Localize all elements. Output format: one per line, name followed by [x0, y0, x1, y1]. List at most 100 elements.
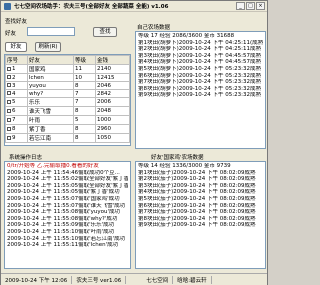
table-row[interactable]: 4 why? 7 2842 — [5, 89, 130, 98]
row-checkbox[interactable] — [7, 66, 11, 71]
col-index[interactable]: 序号 — [5, 55, 28, 65]
table-cell: 1050 — [95, 133, 130, 143]
row-checkbox[interactable] — [7, 99, 11, 104]
table-cell: 4 — [5, 89, 28, 98]
sys-log-header: 系统操作日志 — [9, 155, 43, 161]
table-row[interactable]: 2 lchen 10 12415 — [5, 73, 130, 82]
self-farm-log-line: 第8块田(胡萝卜)2009-10-24 下午 05:23:32成熟 — [138, 85, 261, 92]
col-money[interactable]: 金钱 — [95, 55, 130, 65]
sys-log-line: 2009-10-24 上午 11:55:11偷取'lchen'成功 — [7, 242, 119, 249]
sys-log-line: 2009-10-24 上午 11:55:02偷取全部好友'紫丁香'成功 — [7, 176, 128, 183]
table-cell: 7 — [5, 115, 28, 125]
sys-log-line: 2009-10-24 上午 11:55:07偷取'国家鸡'成功 — [7, 195, 120, 202]
table-cell: 8 — [73, 81, 96, 90]
table-cell: 2842 — [95, 89, 130, 98]
friend-farm-log-line: 第8块田(茄子)2009-10-24 下午 08:02:09成熟 — [138, 215, 256, 222]
app-icon — [4, 2, 11, 10]
friend-farm-log-line: 第2块田(茄子)2009-10-24 下午 08:02:09成熟 — [138, 176, 256, 183]
table-cell: why? — [27, 89, 74, 98]
table-cell: 2 — [5, 73, 28, 82]
sys-log-line: 2009-10-24 上午 11:55:10偷取'叶雨'成功 — [7, 228, 115, 235]
refresh-button[interactable]: 刷新(R) — [35, 42, 61, 52]
table-cell: 8 — [73, 106, 96, 116]
self-farm-log-line: 第1块田(胡萝卜)2009-10-24 下午 04:25:11(成熟) — [138, 39, 263, 46]
self-farm-log-line: 第2块田(胡萝卜)2009-10-24 下午 04:25:11成熟 — [138, 46, 261, 53]
table-cell: 5 — [73, 115, 96, 125]
row-checkbox[interactable] — [7, 117, 11, 122]
table-cell: 国家鸡 — [27, 64, 74, 74]
row-checkbox[interactable] — [7, 75, 11, 79]
app-window: 七七空间农场助手：农夫三号(全部好友 全部蔬菜 全能) v1.06 _ □ × … — [0, 0, 268, 285]
self-farm-log-line: 第6块田(胡萝卜)2009-10-24 下午 05:23:32成熟 — [138, 72, 261, 79]
table-cell: yuyou — [27, 81, 74, 90]
friend-farm-log-line: 第5块田(茄子)2009-10-24 下午 08:02:09成熟 — [138, 195, 256, 202]
table-row[interactable]: 3 yuyou 8 2046 — [5, 81, 130, 90]
col-friend[interactable]: 好友 — [27, 55, 74, 65]
table-cell: 叶雨 — [27, 115, 74, 125]
status-product: 农夫三号 ver1.06 — [72, 275, 127, 284]
table-cell: 乐乐 — [27, 97, 74, 107]
friend-table-panel: 序号 好友 等级 金钱 1 国家鸡 11 2140 2 lchen 10 12415 3 yuyo… — [4, 54, 131, 146]
table-cell: 6 — [5, 106, 28, 116]
friend-farm-log-line: 第3块田(茄子)2009-10-24 下午 08:02:09成熟 — [138, 182, 256, 189]
table-cell: 2048 — [95, 106, 130, 116]
tab-friends[interactable]: 好友 — [5, 42, 27, 52]
row-checkbox[interactable] — [7, 91, 11, 95]
table-cell: 8 — [73, 133, 96, 143]
sys-log-line: 2009-10-24 上午 11:55:05偷取全部好友'紫丁香'成功 — [7, 182, 128, 189]
table-row[interactable]: 7 叶雨 5 1000 — [5, 115, 130, 125]
friend-search-input[interactable] — [27, 27, 75, 36]
table-row[interactable]: 1 国家鸡 11 2140 — [5, 64, 130, 74]
table-cell: 谁天飞雪 — [27, 106, 74, 116]
table-cell: 8 — [5, 124, 28, 134]
search-button[interactable]: 查找 — [93, 27, 117, 37]
friend-farm-panel: 等级 14 经验 1336/3000 金币 9739 第1块田(茄子)2009-… — [135, 161, 266, 269]
table-cell: 7 — [73, 97, 96, 107]
sys-log-line: 2009-10-24 上午 11:55:07偷取'谁天飞雪'成功 — [7, 202, 126, 209]
row-checkbox[interactable] — [7, 83, 11, 87]
self-stats-line: 等级 17 经验 2086/3600 金币 31688 — [138, 33, 235, 39]
row-checkbox[interactable] — [7, 108, 11, 113]
self-farm-log-line: 第9块田(胡萝卜)2009-10-24 下午 05:23:32成熟 — [138, 92, 261, 99]
maximize-button[interactable]: □ — [246, 2, 255, 10]
window-title: 七七空间农场助手：农夫三号(全部好友 全部蔬菜 全能) v1.06 — [14, 4, 169, 10]
table-cell: 2046 — [95, 81, 130, 90]
table-cell: 1 — [5, 64, 28, 74]
friend-farm-log-line: 第7块田(茄子)2009-10-24 下午 08:02:09成熟 — [138, 209, 256, 216]
table-row[interactable]: 8 紫丁香 8 2960 — [5, 124, 130, 134]
table-cell: 1000 — [95, 115, 130, 125]
table-row[interactable]: 9 若忘江南 8 1050 — [5, 133, 130, 143]
sys-log-line: 2009-10-24 上午 11:55:10偷取'若忘江南'成功 — [7, 235, 126, 242]
self-farm-panel: 等级 17 经验 2086/3600 金币 31688 第1块田(胡萝卜)200… — [135, 31, 266, 149]
table-cell: 紫丁香 — [27, 124, 74, 134]
friend-farm-header: 好友'国家鸡'农场数据 — [151, 155, 204, 161]
row-checkbox[interactable] — [7, 135, 11, 140]
sys-log-panel[interactable]: 0/tr/开始等 乙.完偷取播0.看看的好友 2009-10-24 上午 11:… — [4, 161, 131, 269]
status-site: 七七空间 — [142, 275, 174, 284]
close-button[interactable]: × — [256, 2, 265, 10]
table-cell: 8 — [73, 124, 96, 134]
table-cell: 若忘江南 — [27, 133, 74, 143]
table-cell: 12415 — [95, 73, 130, 82]
friend-label: 好友 — [5, 31, 17, 37]
table-cell: 7 — [73, 89, 96, 98]
table-cell: 2006 — [95, 97, 130, 107]
row-checkbox[interactable] — [7, 126, 11, 131]
table-row[interactable]: 6 谁天飞雪 8 2048 — [5, 106, 130, 116]
self-farm-header: 自己农场数据 — [137, 25, 171, 31]
self-farm-log-line: 第5块田(胡萝卜)2009-10-24 下午 05:23:32成熟 — [138, 65, 261, 72]
self-farm-log-line: 第4块田(胡萝卜)2009-10-24 下午 04:45:57成熟 — [138, 59, 261, 66]
status-author: 晗晗:碧云轩 — [173, 275, 212, 284]
table-cell: 10 — [73, 73, 96, 82]
table-row[interactable]: 5 乐乐 7 2006 — [5, 97, 130, 107]
sys-log-line: 2009-10-24 上午 11:55:08偷取'yuyou'成功 — [7, 209, 121, 216]
table-cell: 2140 — [95, 64, 130, 74]
sys-log-line: 2009-10-24 上午 11:55:08偷取'why?'成功 — [7, 215, 118, 222]
status-time: 2009-10-24 下午 12:06 — [1, 275, 73, 284]
friend-farm-log-line: 第9块田(茄子)2009-10-24 下午 08:02:09成熟 — [138, 222, 256, 229]
col-level[interactable]: 等级 — [73, 55, 96, 65]
table-cell: 11 — [73, 64, 96, 74]
minimize-button[interactable]: _ — [236, 2, 245, 10]
sys-log-line: 2009-10-24 上午 11:55:05偷取'紫丁香'成功 — [7, 189, 120, 196]
table-cell: 3 — [5, 81, 28, 90]
